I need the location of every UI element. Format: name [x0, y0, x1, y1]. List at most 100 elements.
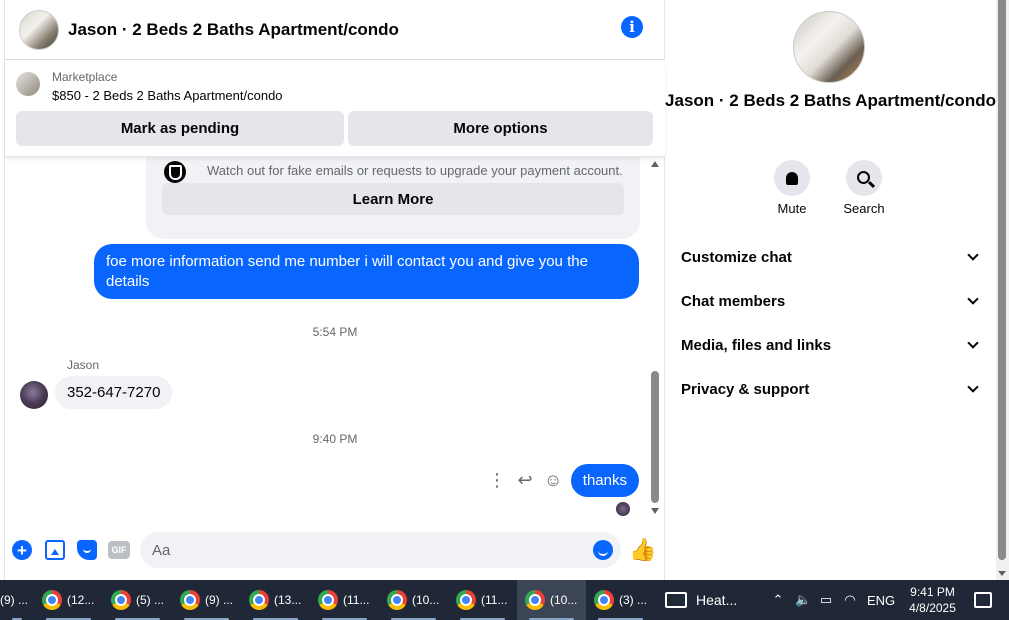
taskbar-item[interactable]: (13...	[241, 580, 310, 620]
chat-title[interactable]: Jason · 2 Beds 2 Baths Apartment/condo	[68, 20, 399, 40]
taskbar-item[interactable]: (11...	[310, 580, 379, 620]
search-button[interactable]: Search	[834, 160, 894, 216]
scam-warning-text: Watch out for fake emails or requests to…	[207, 163, 623, 178]
reply-icon[interactable]: ↩	[516, 469, 534, 491]
section-label: Customize chat	[681, 248, 792, 266]
language-indicator[interactable]: ENG	[867, 593, 895, 608]
section-media-files-links[interactable]: Media, files and links	[681, 330, 981, 360]
composer: + GIF 👍	[5, 526, 665, 574]
weather-widget[interactable]: Heat...	[665, 592, 755, 608]
section-label: Media, files and links	[681, 336, 832, 354]
taskbar-item-label: (12...	[67, 593, 95, 607]
chevron-down-icon	[967, 337, 979, 349]
bell-icon[interactable]	[774, 160, 810, 196]
scroll-down-arrow-icon[interactable]	[998, 571, 1006, 576]
chat-header: Jason · 2 Beds 2 Baths Apartment/condo i	[5, 0, 665, 60]
message-list: Watch out for fake emails or requests to…	[5, 157, 665, 520]
taskbar-item-label: (5) ...	[136, 593, 165, 607]
notification-icon[interactable]	[973, 592, 992, 608]
scroll-up-arrow-icon[interactable]	[651, 161, 659, 167]
info-avatar[interactable]	[793, 11, 865, 83]
chrome-icon	[318, 590, 338, 610]
chrome-icon	[594, 590, 614, 610]
chat-avatar[interactable]	[19, 9, 59, 50]
taskbar-item[interactable]: (9) ...	[172, 580, 241, 620]
chevron-down-icon	[967, 249, 979, 261]
news-icon	[665, 592, 687, 608]
info-icon[interactable]: i	[621, 16, 643, 38]
taskbar-item-label: (9) ...	[205, 593, 234, 607]
clock-time: 9:41 PM	[910, 585, 955, 599]
taskbar-item-label: (3) ...	[619, 593, 648, 607]
taskbar-item-label: (11...	[481, 593, 508, 607]
scroll-down-arrow-icon[interactable]	[651, 508, 659, 514]
taskbar-item[interactable]: (11...	[448, 580, 517, 620]
read-receipt-avatar	[616, 502, 630, 516]
taskbar-item[interactable]: (10...	[379, 580, 448, 620]
shield-icon	[164, 161, 186, 183]
section-chat-members[interactable]: Chat members	[681, 286, 981, 316]
system-tray: ⌃ 🔈 ▭ ◠ ENG	[771, 592, 896, 608]
search-icon[interactable]	[846, 160, 882, 196]
clock[interactable]: 9:41 PM 4/8/2025	[909, 584, 956, 616]
section-label: Chat members	[681, 292, 786, 310]
timestamp: 5:54 PM	[312, 325, 358, 339]
listing-actions: Mark as pending More options	[16, 111, 653, 146]
taskbar-item-label: (10...	[550, 593, 578, 607]
scroll-thumb[interactable]	[651, 371, 659, 503]
message-scrollbar[interactable]	[650, 157, 660, 520]
react-icon[interactable]: ☺	[544, 469, 562, 491]
message-input[interactable]	[140, 532, 621, 568]
learn-more-button[interactable]: Learn More	[162, 183, 624, 215]
taskbar-item[interactable]: (12...	[34, 580, 103, 620]
listing-name[interactable]: $850 - 2 Beds 2 Baths Apartment/condo	[52, 88, 283, 103]
sender-name: Jason	[67, 358, 100, 372]
more-vertical-icon[interactable]: ⋮	[488, 469, 506, 491]
page-scrollbar[interactable]	[996, 0, 1009, 580]
chrome-icon	[180, 590, 200, 610]
timestamp: 9:40 PM	[312, 432, 358, 446]
app-root: Jason · 2 Beds 2 Baths Apartment/condo i…	[0, 0, 1009, 620]
chrome-icon	[42, 590, 62, 610]
wifi-icon[interactable]: ◠	[843, 592, 857, 608]
chevron-up-icon[interactable]: ⌃	[771, 592, 785, 608]
more-options-button[interactable]: More options	[348, 111, 653, 146]
taskbar-item-label: (13...	[274, 593, 302, 607]
taskbar-item[interactable]: (9) ...	[0, 580, 34, 620]
battery-icon[interactable]: ▭	[819, 592, 833, 608]
taskbar-item-label: (9) ...	[0, 593, 29, 607]
gif-icon[interactable]: GIF	[108, 541, 130, 559]
taskbar-item-active[interactable]: (10...	[517, 580, 586, 620]
chrome-icon	[525, 590, 545, 610]
chevron-down-icon	[967, 381, 979, 393]
weather-label: Heat...	[696, 592, 738, 608]
taskbar-item-label: (10...	[412, 593, 440, 607]
chat-info-panel: Jason · 2 Beds 2 Baths Apartment/condo M…	[665, 0, 996, 580]
plus-icon[interactable]: +	[12, 540, 32, 560]
page-scroll-thumb[interactable]	[998, 0, 1006, 560]
photo-icon[interactable]	[45, 540, 65, 560]
outgoing-message[interactable]: thanks	[570, 464, 639, 497]
mute-button[interactable]: Mute	[762, 160, 822, 216]
section-label: Privacy & support	[681, 380, 810, 398]
chrome-icon	[387, 590, 407, 610]
section-privacy-support[interactable]: Privacy & support	[681, 374, 981, 404]
section-customize-chat[interactable]: Customize chat	[681, 242, 981, 272]
incoming-message[interactable]: 352-647-7270	[55, 376, 173, 409]
message-actions: ⋮ ↩ ☺	[488, 469, 562, 491]
volume-icon[interactable]: 🔈	[795, 592, 811, 608]
sender-avatar[interactable]	[20, 381, 48, 409]
sticker-icon[interactable]	[77, 540, 97, 560]
listing-thumbnail[interactable]	[16, 72, 40, 96]
info-name: Jason · 2 Beds 2 Baths Apartment/condo	[665, 91, 996, 110]
mark-pending-button[interactable]: Mark as pending	[16, 111, 344, 146]
thumbs-up-icon[interactable]: 👍	[629, 537, 656, 562]
taskbar-item[interactable]: (3) ...	[586, 580, 655, 620]
emoji-icon[interactable]	[593, 540, 613, 560]
chrome-icon	[456, 590, 476, 610]
clock-date: 4/8/2025	[909, 601, 956, 615]
outgoing-message[interactable]: foe more information send me number i wi…	[94, 244, 639, 299]
taskbar-item[interactable]: (5) ...	[103, 580, 172, 620]
search-label: Search	[843, 201, 885, 216]
chat-panel: Jason · 2 Beds 2 Baths Apartment/condo i…	[4, 0, 665, 580]
